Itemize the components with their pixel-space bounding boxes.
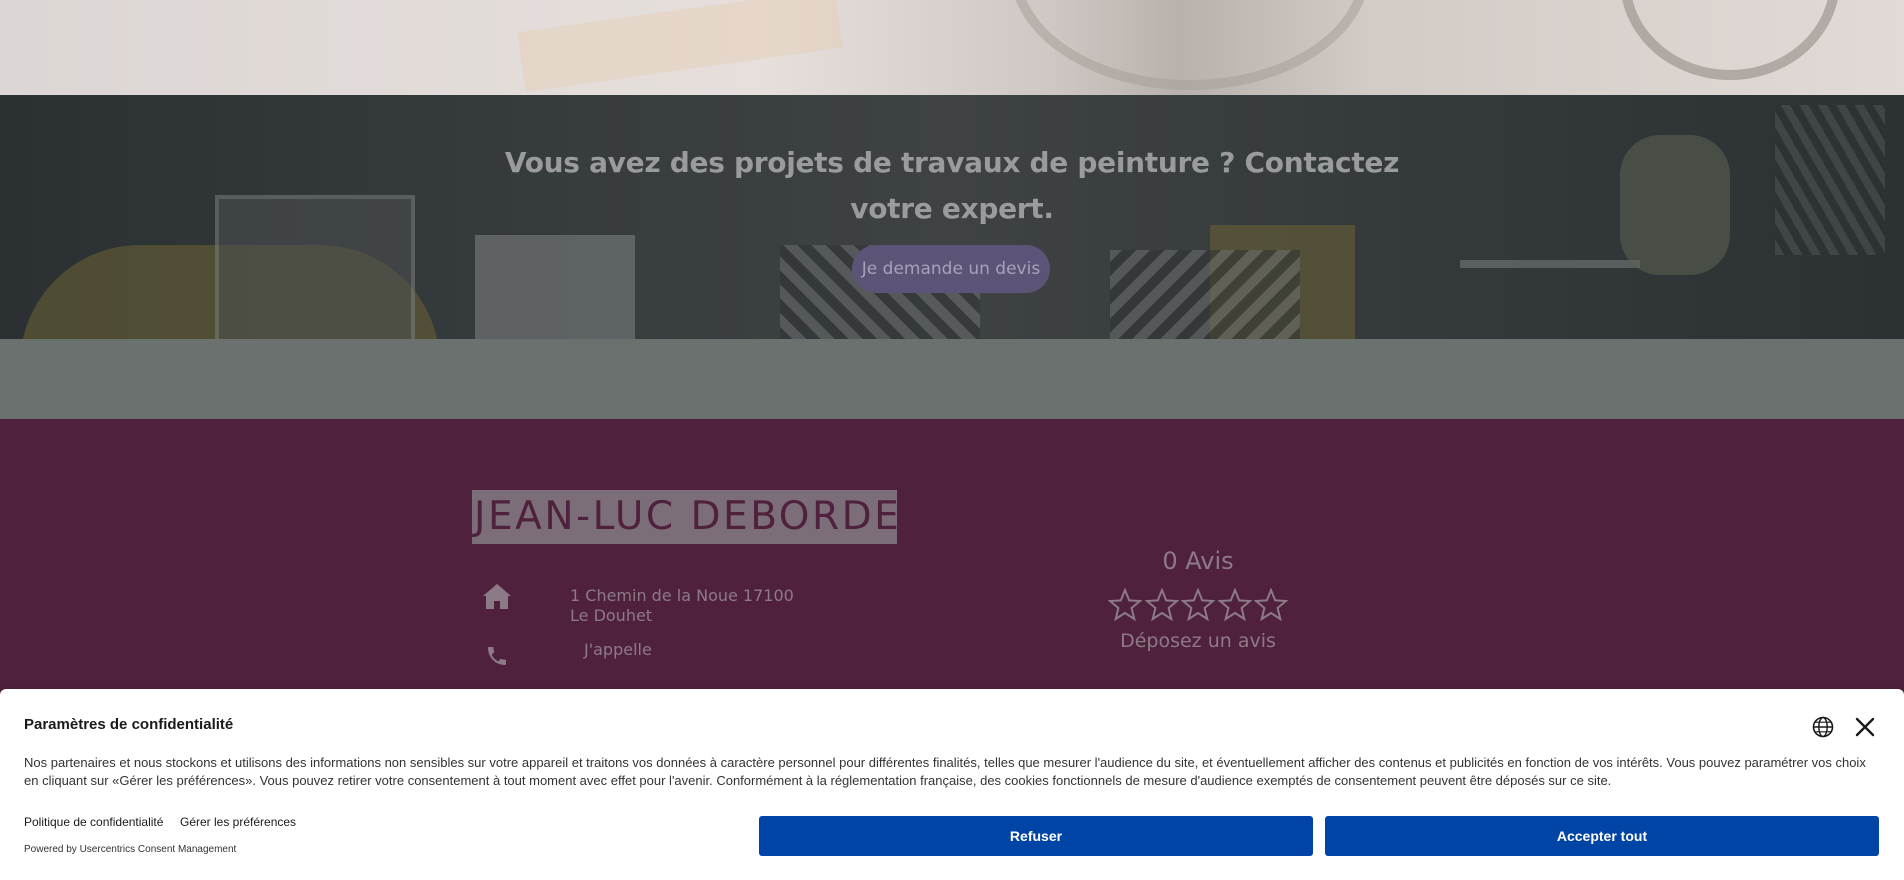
- cta-title: Vous avez des projets de travaux de pein…: [504, 146, 1400, 225]
- star-outline-icon[interactable]: [1217, 588, 1252, 622]
- leave-review-link[interactable]: Déposez un avis: [1100, 628, 1296, 654]
- paint-streak: [517, 0, 843, 92]
- star-outline-icon[interactable]: [1254, 588, 1288, 622]
- page: Vous avez des projets de travaux de pein…: [0, 0, 1904, 880]
- accept-all-button[interactable]: Accepter tout: [1325, 816, 1879, 856]
- consent-title: Paramètres de confidentialité: [24, 716, 234, 733]
- powered-by-text: Powered by Usercentrics Consent Manageme…: [24, 844, 237, 855]
- home-icon: [483, 584, 511, 609]
- refuse-button[interactable]: Refuser: [759, 816, 1313, 856]
- quote-request-button[interactable]: Je demande un devis: [852, 245, 1050, 293]
- background-art: [1775, 105, 1885, 255]
- background-cabinet: [475, 235, 635, 339]
- background-table: [1460, 260, 1640, 339]
- paint-can-rim: [1620, 0, 1840, 80]
- background-pillow: [1110, 250, 1300, 339]
- background-frame: [215, 195, 415, 339]
- close-icon[interactable]: [1854, 716, 1876, 738]
- address-street: 1 Chemin de la Noue 17100: [570, 586, 794, 605]
- consent-description: Nos partenaires et nous stockons et util…: [24, 755, 1866, 788]
- manage-preferences-link[interactable]: Gérer les préférences: [180, 815, 296, 829]
- address-city: Le Douhet: [570, 606, 653, 625]
- phone-icon: [488, 647, 506, 665]
- reviews-count: 0 Avis: [1162, 547, 1234, 575]
- cookie-consent-banner: Paramètres de confidentialité Nos parten…: [0, 689, 1904, 880]
- call-link[interactable]: J'appelle: [584, 640, 652, 660]
- star-outline-icon[interactable]: [1108, 588, 1142, 622]
- star-outline-icon[interactable]: [1144, 588, 1179, 622]
- company-logo[interactable]: JEAN-LUC DEBORDE: [472, 490, 897, 544]
- star-outline-icon[interactable]: [1181, 588, 1215, 622]
- paint-can-rim: [1010, 0, 1370, 90]
- background-plant: [1620, 135, 1730, 275]
- hero-image-strip: [0, 0, 1904, 95]
- globe-icon[interactable]: [1812, 716, 1834, 738]
- privacy-policy-link[interactable]: Politique de confidentialité: [24, 815, 163, 829]
- rating-stars[interactable]: [1108, 588, 1288, 624]
- section-divider: [0, 339, 1904, 419]
